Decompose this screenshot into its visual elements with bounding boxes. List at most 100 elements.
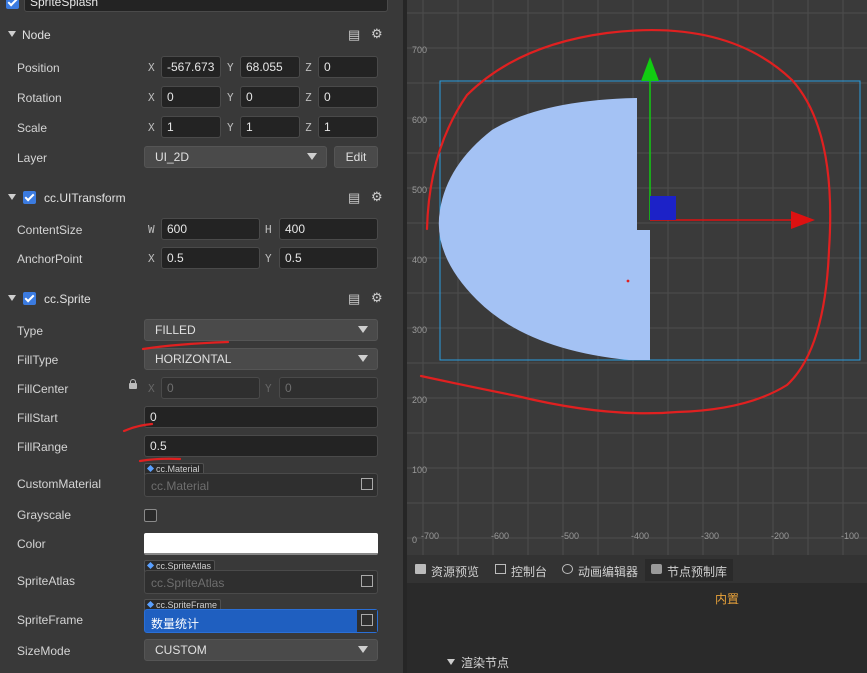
position-row: Position X -567.673 Y 68.055 Z 0 [0, 54, 403, 82]
scale-row: Scale X 1 Y 1 Z 1 [0, 114, 403, 142]
axis-x-label: X [148, 252, 155, 265]
content-size-w-input[interactable]: 600 [161, 218, 260, 240]
gear-icon[interactable]: ⚙ [371, 189, 383, 205]
bottom-tab-bar: 资源预览 控制台 动画编辑器 节点预制库 [407, 555, 867, 583]
scene-view[interactable]: 700 600 500 400 300 200 100 0 -700 -600 -500 -400 -3… [407, 0, 867, 555]
x-tick-label: -600 [491, 531, 509, 541]
node-name-input[interactable]: SpriteSplash [24, 0, 388, 12]
axis-x-label: X [148, 91, 155, 104]
rotation-x-input[interactable]: 0 [161, 86, 221, 108]
position-y-input[interactable]: 68.055 [240, 56, 300, 78]
x-tick-label: -300 [701, 531, 719, 541]
gizmo-y-arrow-icon [641, 57, 659, 81]
sprite-frame-field[interactable]: 数量统计 [144, 609, 378, 633]
scale-z-input[interactable]: 1 [318, 116, 378, 138]
layer-value: UI_2D [155, 150, 190, 164]
anchor-x-input[interactable]: 0.5 [161, 247, 260, 269]
axis-z-label: Z [305, 91, 312, 104]
custom-material-placeholder: cc.Material [151, 479, 210, 493]
book-icon[interactable]: ▤ [348, 27, 360, 43]
asset-picker-icon[interactable] [361, 575, 373, 587]
node-section-header[interactable]: Node ▤ ⚙ [0, 22, 403, 48]
anchor-y-input[interactable]: 0.5 [279, 247, 378, 269]
uitransform-section-header[interactable]: cc.UITransform ▤ ⚙ [0, 185, 403, 211]
fill-range-input[interactable]: 0.5 [144, 435, 378, 457]
collapse-arrow-icon[interactable] [8, 295, 16, 301]
layer-row: Layer UI_2D Edit [0, 144, 403, 172]
tab-node-library[interactable]: 节点预制库 [645, 559, 733, 581]
scene-canvas[interactable]: 700 600 500 400 300 200 100 0 -700 -600 -500 -400 -3… [407, 0, 867, 555]
sprite-atlas-field[interactable]: cc.SpriteAtlas [144, 570, 378, 594]
sprite-section-header[interactable]: cc.Sprite ▤ ⚙ [0, 286, 403, 312]
gizmo-center-handle [650, 196, 676, 220]
library-icon [651, 564, 662, 574]
sprite-frame-row: SpriteFrame cc.SpriteFrame 数量统计 [0, 598, 403, 634]
tab-asset-preview-label: 资源预览 [431, 565, 480, 579]
fill-start-input[interactable]: 0 [144, 406, 378, 428]
x-tick-label: -100 [841, 531, 859, 541]
axis-y-label: Y [265, 252, 272, 265]
position-x-input[interactable]: -567.673 [161, 56, 221, 78]
tab-console[interactable]: 控制台 [489, 559, 555, 581]
size-mode-value: CUSTOM [155, 643, 207, 657]
tree-expand-icon[interactable] [447, 659, 455, 665]
chevron-down-icon [358, 326, 368, 333]
chevron-down-icon [358, 355, 368, 362]
uitransform-enabled-checkbox[interactable] [23, 191, 36, 204]
content-size-row: ContentSize W 600 H 400 [0, 216, 403, 244]
position-z-input[interactable]: 0 [318, 56, 378, 78]
color-swatch[interactable] [144, 533, 378, 555]
gear-icon[interactable]: ⚙ [371, 26, 383, 42]
rotation-label: Rotation [17, 91, 62, 105]
rotation-z-input[interactable]: 0 [318, 86, 378, 108]
fill-center-row: FillCenter X 0 Y 0 [0, 375, 403, 403]
x-tick-label: -500 [561, 531, 579, 541]
collapse-arrow-icon[interactable] [8, 31, 16, 37]
rotation-y-input[interactable]: 0 [240, 86, 300, 108]
content-size-h-input[interactable]: 400 [279, 218, 378, 240]
tree-item-render-node[interactable]: 渲染节点 [461, 654, 509, 671]
animation-icon [562, 564, 573, 574]
fill-center-x-input: 0 [161, 377, 260, 399]
tab-animation-editor-label: 动画编辑器 [578, 565, 639, 579]
scale-x-input[interactable]: 1 [161, 116, 221, 138]
layer-edit-label: Edit [345, 150, 367, 164]
asset-picker-icon[interactable] [361, 614, 373, 626]
sprite-atlas-placeholder: cc.SpriteAtlas [151, 576, 225, 590]
axis-y-label: Y [227, 121, 234, 134]
type-select[interactable]: FILLED [144, 319, 378, 341]
fill-type-value: HORIZONTAL [155, 352, 232, 366]
folder-icon [415, 564, 426, 574]
fill-range-label: FillRange [17, 440, 68, 454]
grayscale-checkbox[interactable] [144, 509, 157, 522]
collapse-arrow-icon[interactable] [8, 194, 16, 200]
book-icon[interactable]: ▤ [348, 190, 360, 206]
node-active-checkbox[interactable] [6, 0, 19, 9]
fill-type-select[interactable]: HORIZONTAL [144, 348, 378, 370]
y-tick-label: 200 [412, 395, 427, 405]
scale-y-input[interactable]: 1 [240, 116, 300, 138]
sprite-fill-shape [438, 98, 650, 360]
grayscale-row: Grayscale [0, 501, 403, 529]
x-tick-label: -700 [421, 531, 439, 541]
tab-asset-preview[interactable]: 资源预览 [409, 559, 489, 581]
color-row: Color [0, 530, 403, 558]
book-icon[interactable]: ▤ [348, 291, 360, 307]
sprite-frame-label: SpriteFrame [17, 613, 84, 627]
asset-picker-icon[interactable] [361, 478, 373, 490]
x-tick-label: -400 [631, 531, 649, 541]
content-size-label: ContentSize [17, 223, 83, 237]
fill-range-row: FillRange 0.5 [0, 433, 403, 461]
sprite-enabled-checkbox[interactable] [23, 292, 36, 305]
chevron-down-icon [358, 646, 368, 653]
layer-select[interactable]: UI_2D [144, 146, 327, 168]
asset-diamond-icon [146, 561, 155, 570]
tab-animation-editor[interactable]: 动画编辑器 [556, 559, 644, 581]
gear-icon[interactable]: ⚙ [371, 290, 383, 306]
custom-material-field[interactable]: cc.Material [144, 473, 378, 497]
x-tick-label: -200 [771, 531, 789, 541]
sprite-atlas-label: SpriteAtlas [17, 574, 76, 588]
axis-y-label: Y [227, 91, 234, 104]
size-mode-select[interactable]: CUSTOM [144, 639, 378, 661]
layer-edit-button[interactable]: Edit [334, 146, 378, 168]
